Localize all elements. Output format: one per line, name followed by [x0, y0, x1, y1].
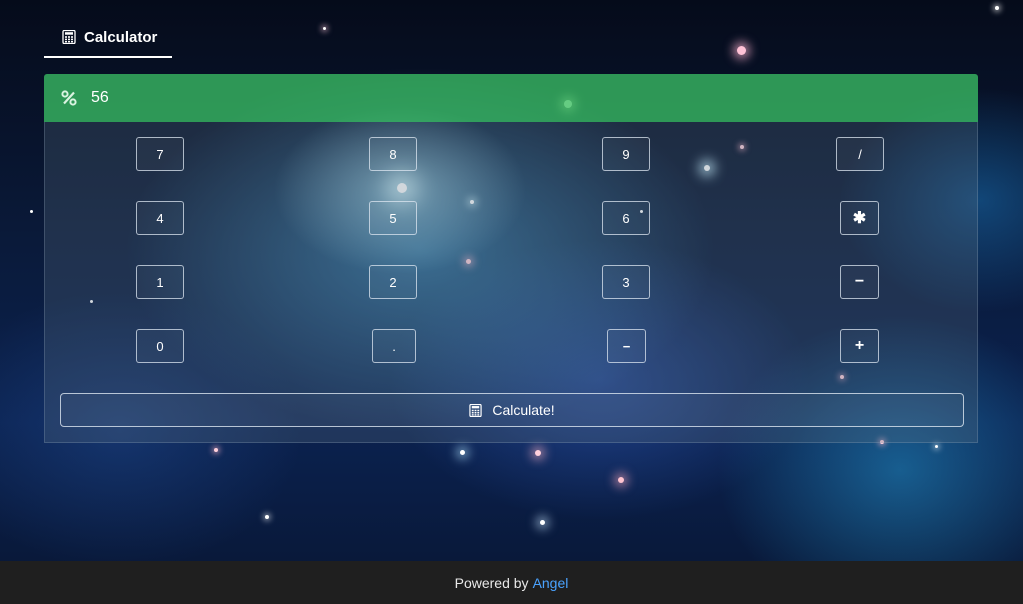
- calculator-icon: [62, 29, 76, 45]
- footer-link-angel[interactable]: Angel: [533, 575, 569, 591]
- key-3[interactable]: 3: [602, 265, 650, 299]
- calculate-label: Calculate!: [492, 402, 555, 418]
- key-6[interactable]: 6: [602, 201, 650, 235]
- key-0[interactable]: 0: [136, 329, 184, 363]
- tab-calculator[interactable]: Calculator: [44, 18, 172, 58]
- calculator-display: 56: [44, 74, 978, 122]
- key-divide[interactable]: /: [836, 137, 884, 171]
- calculator-icon: [469, 403, 483, 417]
- percent-icon: [61, 90, 77, 106]
- display-value: 56: [91, 89, 109, 106]
- key-7[interactable]: 7: [136, 137, 184, 171]
- tab-label: Calculator: [84, 28, 158, 46]
- key-subtract[interactable]: −: [840, 265, 879, 299]
- footer: Powered by Angel: [0, 561, 1023, 604]
- key-multiply[interactable]: ✱: [840, 201, 879, 235]
- keypad-panel: 7 8 9 / 4 5 6 ✱ 1 2 3 − 0 . − + Calculat…: [44, 122, 978, 443]
- key-9[interactable]: 9: [602, 137, 650, 171]
- key-4[interactable]: 4: [136, 201, 184, 235]
- calculate-button[interactable]: Calculate!: [60, 393, 964, 427]
- key-negate[interactable]: −: [607, 329, 646, 363]
- key-2[interactable]: 2: [369, 265, 417, 299]
- footer-text: Powered by: [454, 574, 529, 591]
- key-add[interactable]: +: [840, 329, 879, 363]
- key-decimal[interactable]: .: [372, 329, 416, 363]
- key-1[interactable]: 1: [136, 265, 184, 299]
- key-5[interactable]: 5: [369, 201, 417, 235]
- key-8[interactable]: 8: [369, 137, 417, 171]
